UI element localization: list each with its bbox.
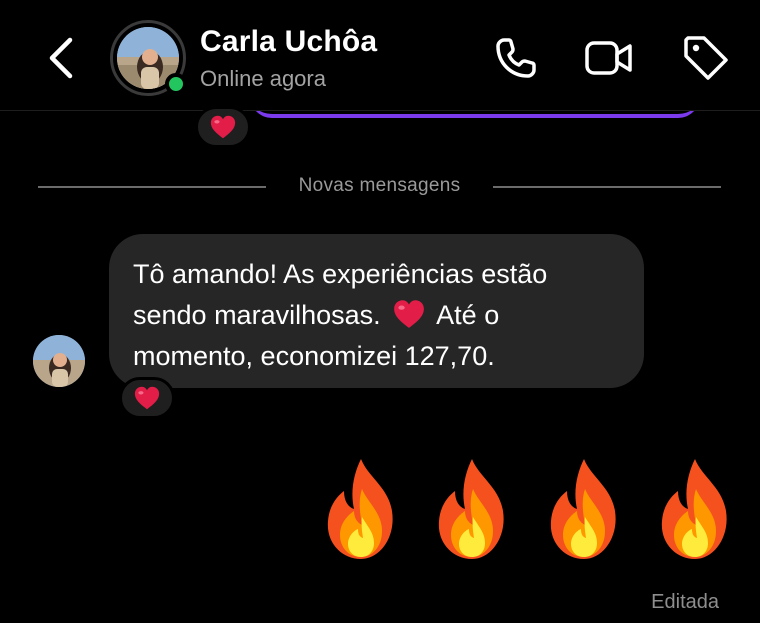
chevron-left-icon <box>49 37 73 79</box>
phone-icon <box>496 38 536 78</box>
back-button[interactable] <box>40 34 84 82</box>
video-icon <box>585 41 632 75</box>
previous-message-reaction[interactable] <box>195 106 251 148</box>
contact-status: Online agora <box>200 66 326 91</box>
incoming-message-bubble[interactable]: Tô amando! As experiências estão sendo m… <box>109 234 644 388</box>
contact-avatar[interactable] <box>110 20 187 96</box>
heart-icon <box>134 386 160 410</box>
incoming-message-reaction[interactable] <box>119 377 175 419</box>
chat-header: Carla Uchôa Online agora <box>0 0 760 111</box>
edited-label: Editada <box>651 591 719 613</box>
outgoing-emoji-message[interactable] <box>318 455 738 565</box>
tag-icon <box>684 36 728 80</box>
call-button[interactable] <box>490 32 542 84</box>
fire-icon <box>327 459 393 559</box>
label-button[interactable] <box>680 32 732 84</box>
fire-icon <box>439 459 504 559</box>
new-messages-divider: Novas mensagens <box>38 172 721 202</box>
contact-name[interactable]: Carla Uchôa <box>200 25 377 59</box>
divider-line-right <box>493 186 721 188</box>
sender-avatar[interactable] <box>33 335 85 387</box>
heart-icon <box>210 115 236 139</box>
heart-icon <box>394 300 425 328</box>
fire-icon <box>550 459 616 559</box>
online-indicator <box>165 73 187 95</box>
video-call-button[interactable] <box>583 32 635 84</box>
fire-icon <box>661 459 727 559</box>
